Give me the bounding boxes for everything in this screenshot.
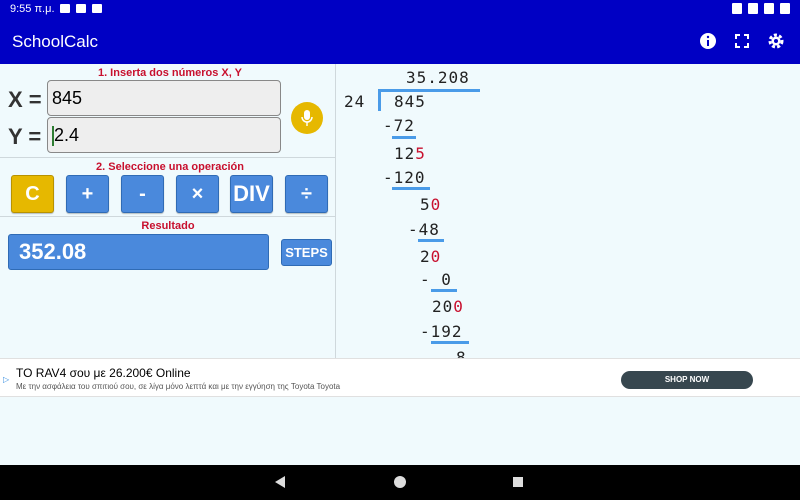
x-input[interactable]: 845 xyxy=(47,80,281,116)
step-underline xyxy=(392,136,416,139)
step-line: - 0 xyxy=(420,270,452,289)
quotient: 35.208 xyxy=(406,68,470,87)
step-underline xyxy=(418,239,444,242)
battery-icon xyxy=(780,3,790,14)
y-input[interactable]: 2.4 xyxy=(47,117,281,153)
subtract-button[interactable]: - xyxy=(121,175,164,213)
ad-title[interactable]: TO RAV4 σου με 26.200€ Online xyxy=(16,366,191,380)
step-underline xyxy=(392,187,430,190)
microphone-icon xyxy=(301,110,313,126)
settings-gear-icon[interactable] xyxy=(766,31,786,51)
x-label: X = xyxy=(8,87,42,112)
shop-now-button[interactable]: SHOP NOW xyxy=(621,371,753,389)
y-label: Y = xyxy=(8,124,42,149)
ad-description: Με την ασφάλεια του σπιτιού σου, σε λίγα… xyxy=(16,382,341,391)
app-title: SchoolCalc xyxy=(12,32,98,51)
step-line: 8 xyxy=(456,348,467,358)
status-time: 9:55 π.μ. xyxy=(10,3,55,15)
home-icon[interactable] xyxy=(394,476,406,488)
step-line: -72 xyxy=(383,116,415,135)
steps-button[interactable]: STEPS xyxy=(281,239,332,266)
ad-banner[interactable]: ▷ TO RAV4 σου με 26.200€ Online Με την α… xyxy=(0,358,800,397)
app-notification-icon xyxy=(92,4,102,13)
ad-choices-icon[interactable]: ▷ xyxy=(3,375,9,384)
vibrate-icon xyxy=(748,3,758,14)
app-bar: SchoolCalc xyxy=(0,18,800,64)
back-icon[interactable] xyxy=(275,476,285,488)
divisor: 24 xyxy=(344,92,366,111)
system-icons xyxy=(732,3,790,14)
step-line: -48 xyxy=(408,220,440,239)
add-button[interactable]: + xyxy=(66,175,109,213)
step-line: -192 xyxy=(420,322,463,341)
divider xyxy=(0,216,335,217)
operations-section-title: 2. Seleccione una operación xyxy=(96,161,244,173)
division-steps-panel[interactable]: 35.208 24 845 -72 125 -120 50 -48 20 - 0… xyxy=(336,64,800,358)
recent-apps-icon[interactable] xyxy=(513,477,523,487)
divide-button[interactable]: ÷ xyxy=(285,175,328,213)
step-line: 50 xyxy=(420,195,442,214)
result-section-title: Resultado xyxy=(141,220,195,232)
clear-button[interactable]: C xyxy=(11,175,54,213)
inputs-section-title: 1. Inserta dos números X, Y xyxy=(97,67,243,79)
division-bracket xyxy=(378,89,381,111)
y-input-value: 2.4 xyxy=(54,125,80,145)
bluetooth-icon xyxy=(732,3,742,14)
fullscreen-icon[interactable] xyxy=(732,31,752,51)
status-bar: 9:55 π.μ. xyxy=(0,0,800,18)
multiply-button[interactable]: × xyxy=(176,175,219,213)
navigation-bar xyxy=(0,465,800,500)
step-underline xyxy=(431,341,469,344)
step-line: 200 xyxy=(432,297,464,316)
integer-division-button[interactable]: DIV xyxy=(230,175,273,213)
step-line: 20 xyxy=(420,247,442,266)
voice-input-button[interactable] xyxy=(291,102,323,134)
info-icon[interactable] xyxy=(698,31,718,51)
divider xyxy=(0,157,335,158)
wifi-icon xyxy=(764,3,774,14)
step-line: -120 xyxy=(383,168,426,187)
step-line: 125 xyxy=(394,144,426,163)
dividend: 845 xyxy=(394,92,426,111)
location-notification-icon xyxy=(76,4,86,13)
notification-icons xyxy=(60,4,102,13)
image-notification-icon xyxy=(60,4,70,13)
result-display: 352.08 xyxy=(8,234,269,270)
step-underline xyxy=(431,289,457,292)
